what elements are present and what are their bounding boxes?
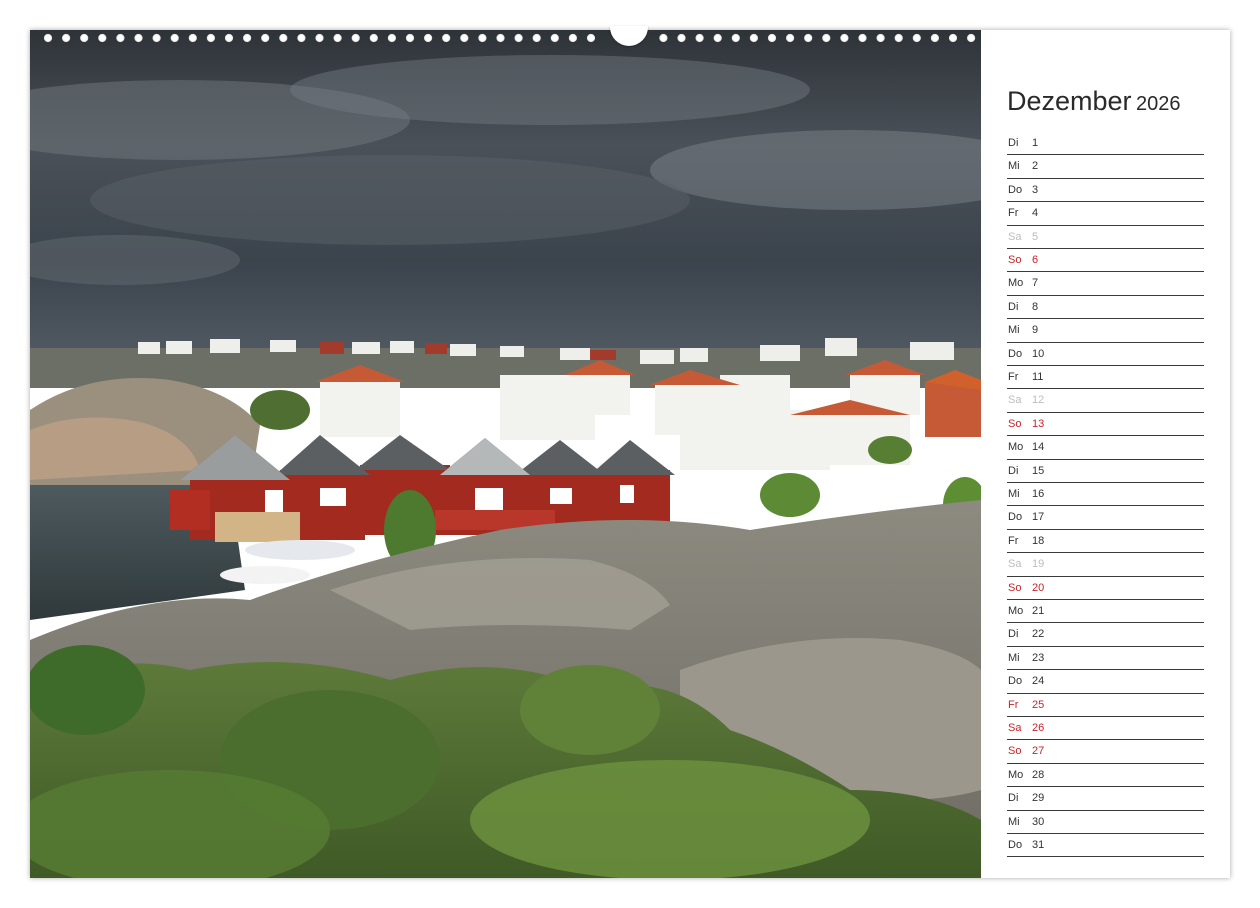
day-row: Sa 19 <box>1007 553 1204 577</box>
weekday-label: Fr <box>1008 371 1019 383</box>
day-row: Fr 11 <box>1007 366 1204 390</box>
day-row: Di 29 <box>1007 787 1204 811</box>
weekday-label: Do <box>1008 511 1023 524</box>
day-row: Mo 7 <box>1007 272 1204 296</box>
day-number: 6 <box>1032 254 1039 266</box>
day-number: 16 <box>1032 488 1045 500</box>
weekday-label: Mi <box>1008 815 1020 828</box>
day-number: 25 <box>1032 698 1045 711</box>
day-row: Di 15 <box>1007 460 1204 483</box>
day-row: So 20 <box>1007 577 1204 600</box>
weekday-label: Di <box>1008 628 1019 641</box>
day-number: 8 <box>1032 300 1039 313</box>
day-row: Di 8 <box>1007 296 1204 320</box>
weekday-label: So <box>1008 417 1022 430</box>
day-number: 24 <box>1032 675 1045 688</box>
day-row: Mo 14 <box>1007 436 1204 460</box>
day-row: Mo 21 <box>1007 600 1204 624</box>
day-number: 19 <box>1032 558 1045 571</box>
day-number: 30 <box>1032 815 1045 828</box>
weekday-label: Mi <box>1008 160 1020 173</box>
weekday-label: Sa <box>1008 722 1022 734</box>
day-row: Sa 5 <box>1007 226 1204 249</box>
weekday-label: Mi <box>1008 651 1020 664</box>
day-number: 18 <box>1032 534 1045 547</box>
weekday-label: Sa <box>1008 558 1022 571</box>
weekday-label: Mi <box>1008 488 1020 500</box>
day-row: Di 22 <box>1007 623 1204 647</box>
day-number: 29 <box>1032 792 1045 805</box>
day-number: 11 <box>1032 371 1044 383</box>
weekday-label: Do <box>1008 347 1023 360</box>
day-number: 23 <box>1032 651 1045 664</box>
day-number: 4 <box>1032 207 1039 220</box>
month-name: Dezember <box>1007 86 1132 116</box>
day-row: Fr 4 <box>1007 202 1204 226</box>
weekday-label: Sa <box>1008 394 1022 407</box>
day-number: 22 <box>1032 628 1045 641</box>
weekday-label: Do <box>1008 183 1023 196</box>
day-row: Mi 23 <box>1007 647 1204 671</box>
day-row: Do 31 <box>1007 834 1204 858</box>
landscape-photo <box>30 30 981 878</box>
weekday-label: Fr <box>1008 534 1019 547</box>
month-calendar: Dezember 2026 Di 1 Mi 2 Do 3 Fr 4 Sa 5 So 6 Mo 7 Di 8 Mi… <box>981 30 1230 878</box>
year-label: 2026 <box>1136 93 1181 115</box>
day-row: Di 1 <box>1007 132 1204 156</box>
day-number: 14 <box>1032 441 1045 454</box>
day-row: Mi 2 <box>1007 155 1204 179</box>
day-number: 15 <box>1032 464 1045 477</box>
weekday-label: Do <box>1008 675 1023 688</box>
weekday-label: Sa <box>1008 230 1022 243</box>
day-row: Do 17 <box>1007 506 1204 530</box>
weekday-label: Di <box>1008 792 1019 805</box>
weekday-label: So <box>1008 254 1022 266</box>
month-title: Dezember 2026 <box>1007 86 1181 117</box>
day-row: Mi 30 <box>1007 811 1204 834</box>
day-number: 3 <box>1032 183 1039 196</box>
day-number: 12 <box>1032 394 1045 407</box>
weekday-label: Fr <box>1008 698 1019 711</box>
day-row: Mi 9 <box>1007 319 1204 343</box>
weekday-label: Fr <box>1008 207 1019 220</box>
day-row: Do 10 <box>1007 343 1204 366</box>
calendar-page: Dezember 2026 Di 1 Mi 2 Do 3 Fr 4 Sa 5 So 6 Mo 7 Di 8 Mi… <box>30 26 1230 878</box>
weekday-label: Mo <box>1008 441 1024 454</box>
weekday-label: So <box>1008 745 1022 758</box>
day-number: 13 <box>1032 417 1045 430</box>
day-row: So 13 <box>1007 413 1204 437</box>
day-row: Do 3 <box>1007 179 1204 203</box>
day-number: 7 <box>1032 277 1039 290</box>
day-row: Mo 28 <box>1007 764 1204 788</box>
day-row: Mi 16 <box>1007 483 1204 507</box>
weekday-label: Do <box>1008 839 1023 851</box>
day-number: 9 <box>1032 324 1039 337</box>
day-number: 28 <box>1032 768 1045 781</box>
weekday-label: Mo <box>1008 768 1024 781</box>
weekday-label: Mi <box>1008 324 1020 337</box>
day-number: 20 <box>1032 581 1045 594</box>
day-row: Sa 26 <box>1007 717 1204 741</box>
day-number: 26 <box>1032 722 1045 734</box>
weekday-label: Mo <box>1008 277 1024 290</box>
day-row: Do 24 <box>1007 670 1204 694</box>
day-number: 31 <box>1032 839 1045 851</box>
day-row: So 6 <box>1007 249 1204 273</box>
day-number: 1 <box>1032 137 1039 149</box>
day-number: 2 <box>1032 160 1039 173</box>
weekday-label: Mo <box>1008 605 1024 617</box>
weekday-label: Di <box>1008 464 1019 477</box>
day-number: 27 <box>1032 745 1045 758</box>
day-row: So 27 <box>1007 740 1204 764</box>
weekday-label: Di <box>1008 300 1019 313</box>
day-number: 21 <box>1032 605 1045 617</box>
day-row: Fr 25 <box>1007 694 1204 717</box>
day-row: Sa 12 <box>1007 389 1204 413</box>
weekday-label: So <box>1008 581 1022 594</box>
day-row: Fr 18 <box>1007 530 1204 554</box>
weekday-label: Di <box>1008 137 1019 149</box>
day-number: 5 <box>1032 230 1039 243</box>
day-number: 10 <box>1032 347 1045 360</box>
day-number: 17 <box>1032 511 1045 524</box>
